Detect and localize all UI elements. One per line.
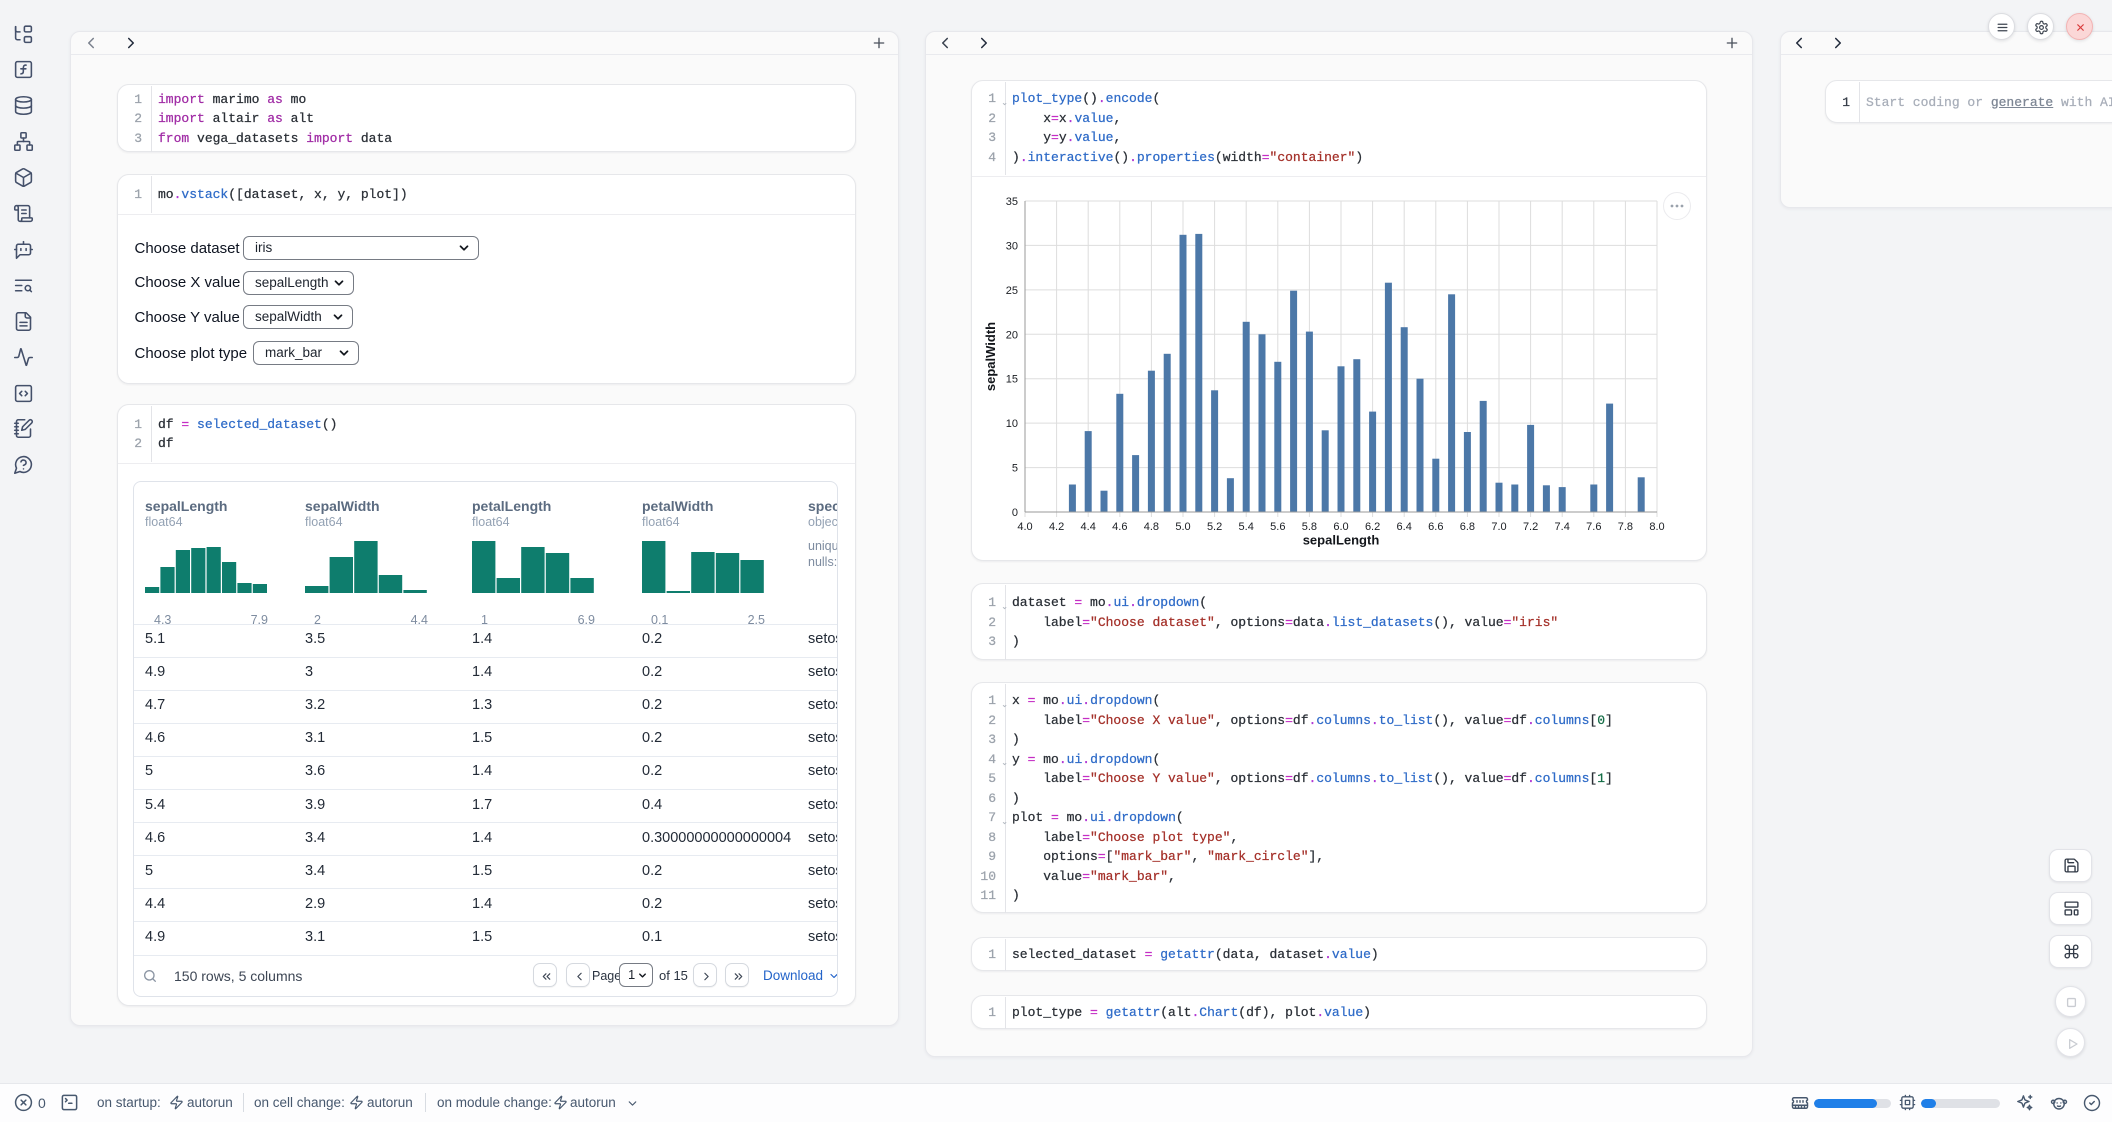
svg-text:4.4: 4.4	[1081, 521, 1096, 533]
svg-text:5.8: 5.8	[1302, 521, 1317, 533]
svg-text:30: 30	[1006, 240, 1018, 252]
svg-text:6.2: 6.2	[1365, 521, 1380, 533]
svg-text:7.4: 7.4	[1555, 521, 1570, 533]
svg-text:7.2: 7.2	[1523, 521, 1538, 533]
svg-text:25: 25	[1006, 285, 1018, 297]
svg-text:0: 0	[1012, 507, 1018, 519]
svg-text:7.0: 7.0	[1491, 521, 1506, 533]
svg-text:5.4: 5.4	[1239, 521, 1254, 533]
svg-text:sepalLength: sepalLength	[1303, 533, 1380, 548]
svg-text:5.6: 5.6	[1270, 521, 1285, 533]
svg-text:20: 20	[1006, 329, 1018, 341]
svg-text:10: 10	[1006, 418, 1018, 430]
svg-text:5.2: 5.2	[1207, 521, 1222, 533]
svg-text:4.0: 4.0	[1017, 521, 1032, 533]
svg-text:5: 5	[1012, 463, 1018, 475]
svg-text:sepalWidth: sepalWidth	[983, 322, 998, 391]
svg-text:15: 15	[1006, 374, 1018, 386]
svg-text:6.8: 6.8	[1460, 521, 1475, 533]
svg-text:7.6: 7.6	[1586, 521, 1601, 533]
svg-text:4.2: 4.2	[1049, 521, 1064, 533]
svg-text:5.0: 5.0	[1175, 521, 1190, 533]
svg-text:7.8: 7.8	[1618, 521, 1633, 533]
svg-text:8.0: 8.0	[1649, 521, 1664, 533]
svg-text:6.6: 6.6	[1428, 521, 1443, 533]
svg-text:4.8: 4.8	[1144, 521, 1159, 533]
svg-text:6.4: 6.4	[1397, 521, 1412, 533]
svg-text:6.0: 6.0	[1333, 521, 1348, 533]
svg-text:35: 35	[1006, 196, 1018, 208]
svg-text:4.6: 4.6	[1112, 521, 1127, 533]
